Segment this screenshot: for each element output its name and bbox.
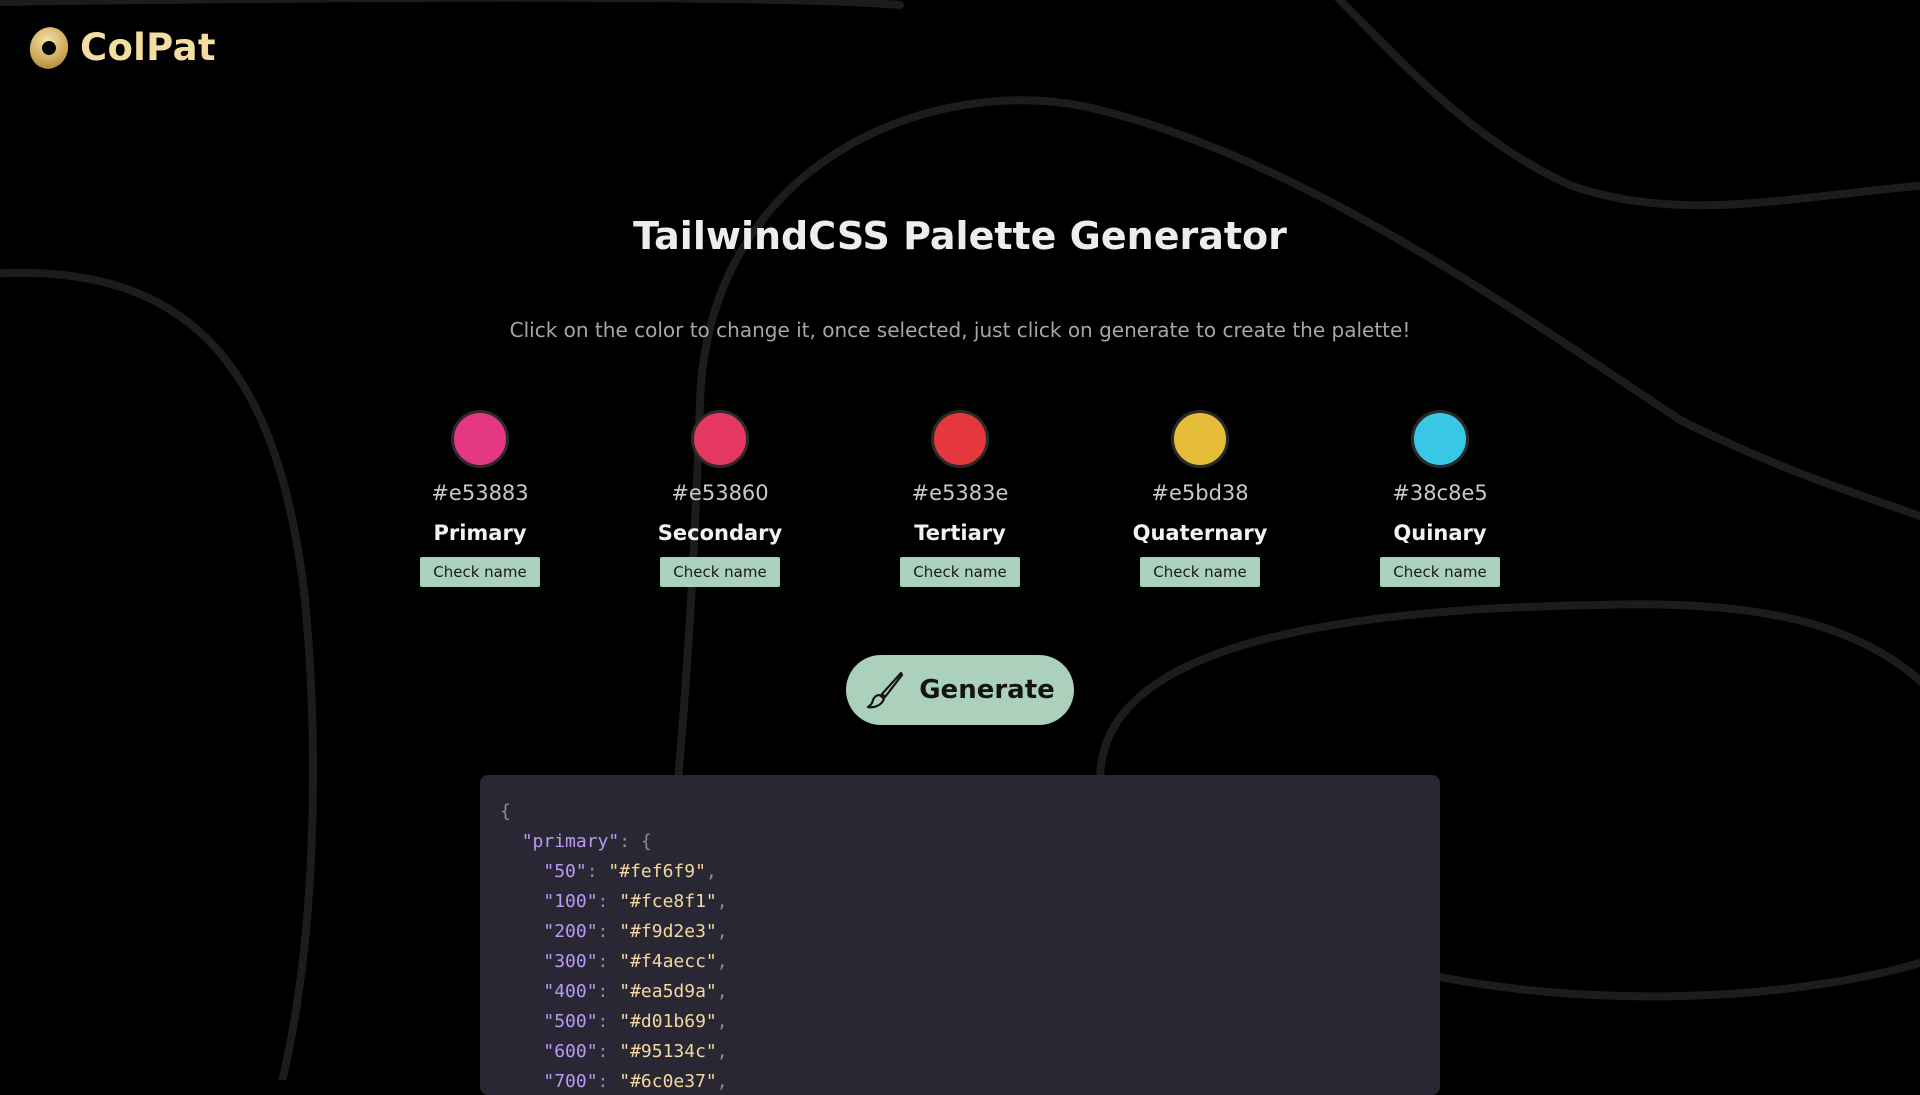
json-group-key: "primary" <box>521 831 620 852</box>
color-label-primary: Primary <box>433 521 527 545</box>
json-entry: "200": "#f9d2e3", <box>543 921 728 942</box>
swatch-primary: #e53883 Primary Check name <box>380 410 580 587</box>
json-entry: "50": "#fef6f9", <box>543 861 717 882</box>
check-name-button-quaternary[interactable]: Check name <box>1140 557 1260 587</box>
json-value: "#f4aecc" <box>619 951 717 972</box>
swatch-quinary: #38c8e5 Quinary Check name <box>1340 410 1540 587</box>
check-name-button-secondary[interactable]: Check name <box>660 557 780 587</box>
colpat-logo-icon[interactable] <box>24 21 74 74</box>
json-line: "primary": { <box>500 827 1440 857</box>
generate-button[interactable]: Generate <box>846 655 1074 725</box>
json-entry: "600": "#95134c", <box>543 1041 728 1062</box>
swatch-tertiary: #e5383e Tertiary Check name <box>860 410 1060 587</box>
json-group-open: : { <box>619 831 652 852</box>
color-label-secondary: Secondary <box>657 521 783 545</box>
json-value: "#fce8f1" <box>619 891 717 912</box>
color-label-tertiary: Tertiary <box>914 521 1006 545</box>
brand-name[interactable]: ColPat <box>80 26 216 69</box>
color-picker-quaternary[interactable] <box>1171 410 1229 468</box>
json-entry: "100": "#fce8f1", <box>543 891 728 912</box>
page-subtitle: Click on the color to change it, once se… <box>509 318 1411 342</box>
json-value: "#95134c" <box>619 1041 717 1062</box>
palette-json-output[interactable]: { "primary": { "50": "#fef6f9", "100": "… <box>480 775 1440 1095</box>
color-label-quaternary: Quaternary <box>1132 521 1268 545</box>
json-key: "600" <box>543 1041 598 1062</box>
json-key: "700" <box>543 1071 598 1092</box>
json-entry: "300": "#f4aecc", <box>543 951 728 972</box>
color-label-quinary: Quinary <box>1393 521 1487 545</box>
json-open-brace: { <box>500 801 511 822</box>
json-key: "200" <box>543 921 598 942</box>
json-key: "100" <box>543 891 598 912</box>
hex-value-secondary: #e53860 <box>671 481 769 505</box>
json-value: "#6c0e37" <box>619 1071 717 1092</box>
color-picker-quinary[interactable] <box>1411 410 1469 468</box>
color-picker-tertiary[interactable] <box>931 410 989 468</box>
json-key: "50" <box>543 861 587 882</box>
hex-value-quinary: #38c8e5 <box>1392 481 1488 505</box>
site-header: ColPat <box>24 21 216 74</box>
swatch-secondary: #e53860 Secondary Check name <box>620 410 820 587</box>
hex-value-quaternary: #e5bd38 <box>1151 481 1249 505</box>
generate-label: Generate <box>919 675 1055 705</box>
page-title: TailwindCSS Palette Generator <box>633 214 1287 258</box>
json-entry: "700": "#6c0e37", <box>543 1071 728 1092</box>
json-key: "500" <box>543 1011 598 1032</box>
hex-value-tertiary: #e5383e <box>911 481 1009 505</box>
hex-value-primary: #e53883 <box>431 481 529 505</box>
json-value: "#ea5d9a" <box>619 981 717 1002</box>
json-value: "#f9d2e3" <box>619 921 717 942</box>
color-picker-secondary[interactable] <box>691 410 749 468</box>
json-line: { <box>500 797 1440 827</box>
check-name-button-quinary[interactable]: Check name <box>1380 557 1500 587</box>
json-value: "#fef6f9" <box>608 861 706 882</box>
json-value: "#d01b69" <box>619 1011 717 1032</box>
json-key: "400" <box>543 981 598 1002</box>
json-key: "300" <box>543 951 598 972</box>
json-entry: "500": "#d01b69", <box>543 1011 728 1032</box>
json-entry: "400": "#ea5d9a", <box>543 981 728 1002</box>
swatch-quaternary: #e5bd38 Quaternary Check name <box>1100 410 1300 587</box>
check-name-button-primary[interactable]: Check name <box>420 557 540 587</box>
check-name-button-tertiary[interactable]: Check name <box>900 557 1020 587</box>
color-picker-primary[interactable] <box>451 410 509 468</box>
paintbrush-icon <box>867 671 904 709</box>
